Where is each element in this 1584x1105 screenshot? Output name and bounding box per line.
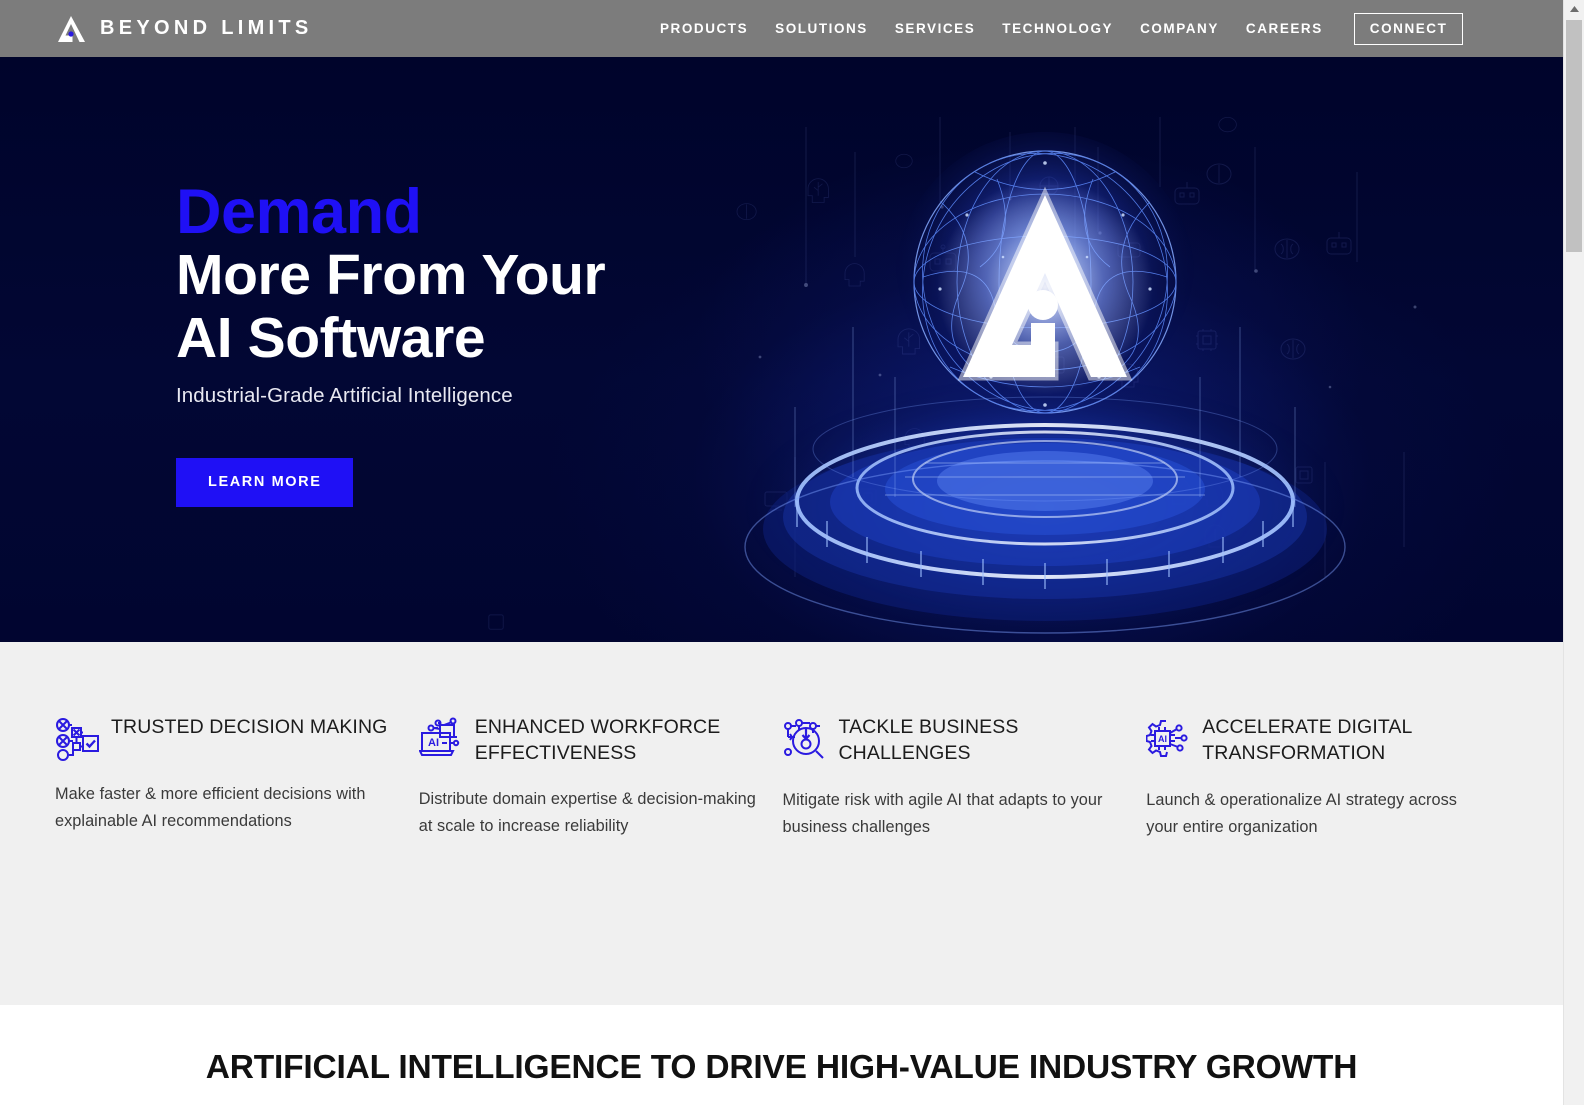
- target-magnifier-network-icon: [783, 717, 827, 761]
- feature-header: AI ENHANCED WORKFORCE EFFECTIVENESS: [418, 715, 761, 766]
- feature-header: AI ACCELERATE DIGITAL TRANSFORMATION: [1145, 715, 1488, 766]
- feature-title: ENHANCED WORKFORCE EFFECTIVENESS: [474, 716, 721, 764]
- feature-card-tackle-business-challenges: TACKLE BUSINESS CHALLENGES Mitigate risk…: [783, 715, 1147, 841]
- industry-growth-section: ARTIFICIAL INTELLIGENCE TO DRIVE HIGH-VA…: [0, 1005, 1563, 1105]
- hero-headline-line2: More From Your: [176, 243, 606, 307]
- svg-text:AI: AI: [428, 737, 439, 749]
- feature-card-accelerate-digital-transformation: AI ACCELERATE DIGITAL TRANSFORMATION Lau…: [1145, 715, 1510, 841]
- connect-button[interactable]: CONNECT: [1353, 12, 1464, 45]
- vertical-scrollbar[interactable]: [1563, 0, 1584, 1105]
- laptop-ai-network-icon: AI: [418, 717, 463, 761]
- feature-header: TRUSTED DECISION MAKING: [55, 715, 397, 761]
- page-root: BEYOND LIMITS PRODUCTS SOLUTIONS SERVICE…: [0, 0, 1563, 1105]
- main-nav: PRODUCTS SOLUTIONS SERVICES TECHNOLOGY C…: [660, 0, 1464, 57]
- features-grid: TRUSTED DECISION MAKING Make faster & mo…: [55, 715, 1510, 841]
- brand-logo[interactable]: BEYOND LIMITS: [55, 14, 313, 44]
- hero-headline-accent: Demand: [176, 177, 422, 247]
- scroll-up-arrow-icon[interactable]: [1564, 0, 1584, 18]
- nav-careers[interactable]: CAREERS: [1246, 21, 1323, 36]
- beyond-limits-a-logo-icon: [55, 14, 89, 44]
- nav-company[interactable]: COMPANY: [1140, 21, 1219, 36]
- feature-card-trusted-decision-making: TRUSTED DECISION MAKING Make faster & mo…: [55, 715, 419, 841]
- feature-body: Make faster & more efficient decisions w…: [55, 785, 366, 830]
- hero-copy: Demand More From Your AI Software Indust…: [176, 180, 696, 507]
- scrollbar-thumb[interactable]: [1566, 20, 1582, 252]
- nav-technology[interactable]: TECHNOLOGY: [1002, 21, 1113, 36]
- section-title: ARTIFICIAL INTELLIGENCE TO DRIVE HIGH-VA…: [205, 1049, 1358, 1086]
- hero-section: Demand More From Your AI Software Indust…: [0, 57, 1563, 642]
- feature-title: ACCELERATE DIGITAL TRANSFORMATION: [1202, 716, 1412, 764]
- ai-brain-hologram-graphic: [744, 132, 1346, 637]
- feature-title: TRUSTED DECISION MAKING: [111, 716, 388, 738]
- nav-solutions[interactable]: SOLUTIONS: [775, 21, 868, 36]
- hero-subheadline: Industrial-Grade Artificial Intelligence: [176, 384, 513, 407]
- feature-header: TACKLE BUSINESS CHALLENGES: [783, 715, 1125, 766]
- features-section: TRUSTED DECISION MAKING Make faster & mo…: [0, 642, 1563, 1005]
- hero-headline-line3: AI Software: [176, 306, 486, 370]
- nav-products[interactable]: PRODUCTS: [660, 21, 748, 36]
- site-header: BEYOND LIMITS PRODUCTS SOLUTIONS SERVICE…: [0, 0, 1563, 57]
- svg-text:AI: AI: [1158, 734, 1167, 744]
- brand-name: BEYOND LIMITS: [100, 17, 313, 39]
- decision-tree-checkbox-icon: [55, 717, 99, 761]
- feature-body: Launch & operationalize AI strategy acro…: [1146, 791, 1457, 836]
- feature-title: TACKLE BUSINESS CHALLENGES: [838, 716, 1019, 764]
- gear-ai-chip-icon: AI: [1145, 717, 1190, 761]
- learn-more-button[interactable]: LEARN MORE: [176, 458, 354, 507]
- feature-body: Distribute domain expertise & decision-m…: [418, 790, 756, 835]
- feature-card-enhanced-workforce-effectiveness: AI ENHANCED WORKFORCE EFFECTIVENESS Dist…: [418, 715, 783, 841]
- feature-body: Mitigate risk with agile AI that adapts …: [782, 791, 1103, 836]
- nav-services[interactable]: SERVICES: [895, 21, 975, 36]
